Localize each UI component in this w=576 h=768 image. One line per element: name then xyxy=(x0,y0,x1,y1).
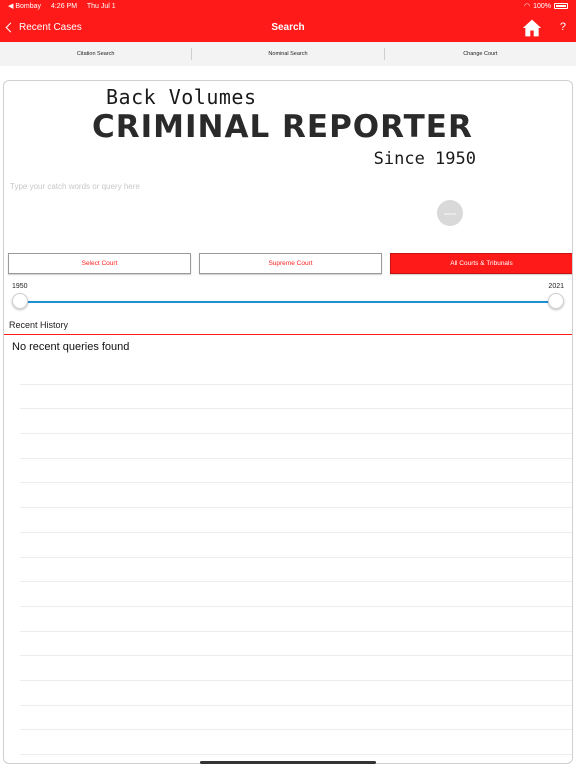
wifi-icon: ◠ xyxy=(523,3,531,10)
year-range-slider[interactable] xyxy=(20,301,556,303)
list-item xyxy=(20,533,572,558)
supreme-court-button[interactable]: Supreme Court xyxy=(199,253,382,274)
empty-history-message: No recent queries found xyxy=(12,341,130,353)
home-icon[interactable] xyxy=(522,18,542,38)
status-bar: ◀ Bombay 4:26 PM Thu Jul 1 ◠ 100% xyxy=(8,2,568,12)
court-filter: Select Court Supreme Court All Courts & … xyxy=(8,253,572,274)
select-court-button[interactable]: Select Court xyxy=(8,253,191,274)
list-item xyxy=(20,459,572,484)
tab-nominal-search[interactable]: Nominal Search xyxy=(192,48,385,60)
list-item xyxy=(20,558,572,583)
list-item xyxy=(20,656,572,681)
app-header: ◀ Bombay 4:26 PM Thu Jul 1 ◠ 100% Recent… xyxy=(0,0,576,42)
list-item xyxy=(20,508,572,533)
list-item xyxy=(20,730,572,755)
list-item xyxy=(20,632,572,657)
list-item xyxy=(20,681,572,706)
slider-thumb-max[interactable] xyxy=(548,293,564,309)
help-button[interactable]: ? xyxy=(560,21,566,33)
slider-thumb-min[interactable] xyxy=(12,293,28,309)
tab-change-court[interactable]: Change Court xyxy=(385,48,576,60)
list-item xyxy=(20,483,572,509)
search-button[interactable]: search xyxy=(437,200,463,226)
query-input[interactable]: Type your catch words or query here xyxy=(10,182,140,191)
list-item xyxy=(20,409,572,435)
list-item xyxy=(20,434,572,459)
battery-icon xyxy=(554,3,568,9)
all-courts-button[interactable]: All Courts & Tribunals xyxy=(390,253,572,274)
brand-logo: Back Volumes CRIMINAL REPORTER Since 195… xyxy=(92,85,492,171)
list-item xyxy=(20,582,572,607)
tab-citation-search[interactable]: Citation Search xyxy=(0,48,193,60)
navigation-bar: Recent Cases Search ? xyxy=(0,14,576,42)
year-max-label: 2021 xyxy=(548,283,564,290)
search-tabs: Citation Search Nominal Search Change Co… xyxy=(0,42,576,66)
list-item xyxy=(20,706,572,731)
page-title: Search xyxy=(271,22,305,33)
time-label: 4:26 PM xyxy=(50,3,78,10)
history-list xyxy=(20,360,572,763)
logo-line-1: Back Volumes xyxy=(106,85,257,109)
logo-line-3: Since 1950 xyxy=(373,149,476,169)
battery-percent: 100% xyxy=(533,2,551,10)
carrier-label: ◀ Bombay xyxy=(8,3,42,10)
recent-history-title: Recent History xyxy=(9,320,69,330)
list-item xyxy=(20,607,572,632)
date-label: Thu Jul 1 xyxy=(86,3,116,10)
year-min-label: 1950 xyxy=(12,283,28,290)
list-item xyxy=(20,360,572,385)
home-indicator[interactable] xyxy=(200,761,376,764)
search-card: Back Volumes CRIMINAL REPORTER Since 195… xyxy=(3,80,573,764)
divider xyxy=(4,334,572,335)
list-item xyxy=(20,385,572,410)
logo-line-2: CRIMINAL REPORTER xyxy=(92,109,473,145)
